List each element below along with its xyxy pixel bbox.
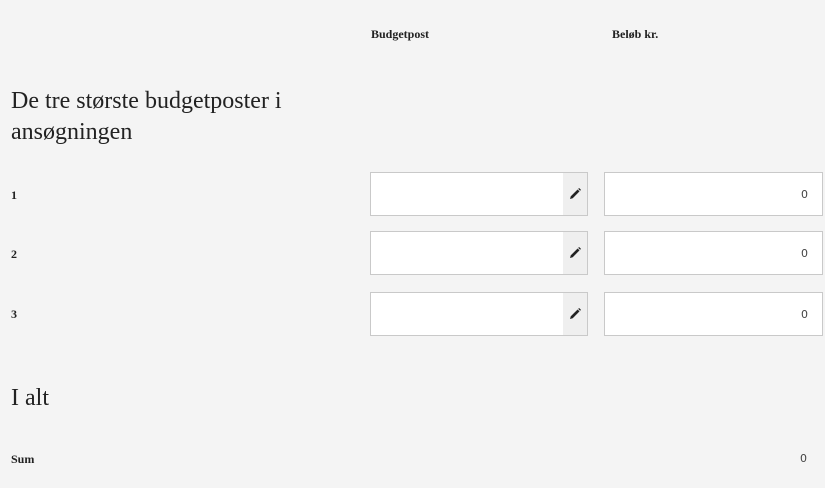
section-title: De tre største budgetposter i ansøgninge…: [11, 88, 282, 145]
amount-input-3[interactable]: [604, 292, 823, 336]
column-header-belob: Beløb kr.: [612, 27, 659, 41]
budgetpost-input-1[interactable]: [371, 173, 563, 215]
column-header-budgetpost: Budgetpost: [371, 27, 430, 41]
edit-button-2[interactable]: [563, 232, 587, 274]
edit-button-3[interactable]: [563, 293, 587, 335]
amount-input-2[interactable]: [604, 231, 823, 275]
budgetpost-input-2[interactable]: [371, 232, 563, 274]
total-section-title: I alt: [11, 385, 49, 411]
pencil-icon: [570, 188, 581, 199]
pencil-icon: [570, 308, 581, 319]
sum-label: Sum: [11, 452, 35, 466]
budgetpost-input-3[interactable]: [371, 293, 563, 335]
budgetpost-field-1: [370, 172, 588, 216]
row-label-2: 2: [11, 247, 17, 261]
budgetpost-field-2: [370, 231, 588, 275]
edit-button-1[interactable]: [563, 173, 587, 215]
row-label-1: 1: [11, 188, 17, 202]
sum-value: 0: [800, 452, 807, 465]
row-label-3: 3: [11, 307, 17, 321]
budgetpost-field-3: [370, 292, 588, 336]
pencil-icon: [570, 247, 581, 258]
amount-input-1[interactable]: [604, 172, 823, 216]
